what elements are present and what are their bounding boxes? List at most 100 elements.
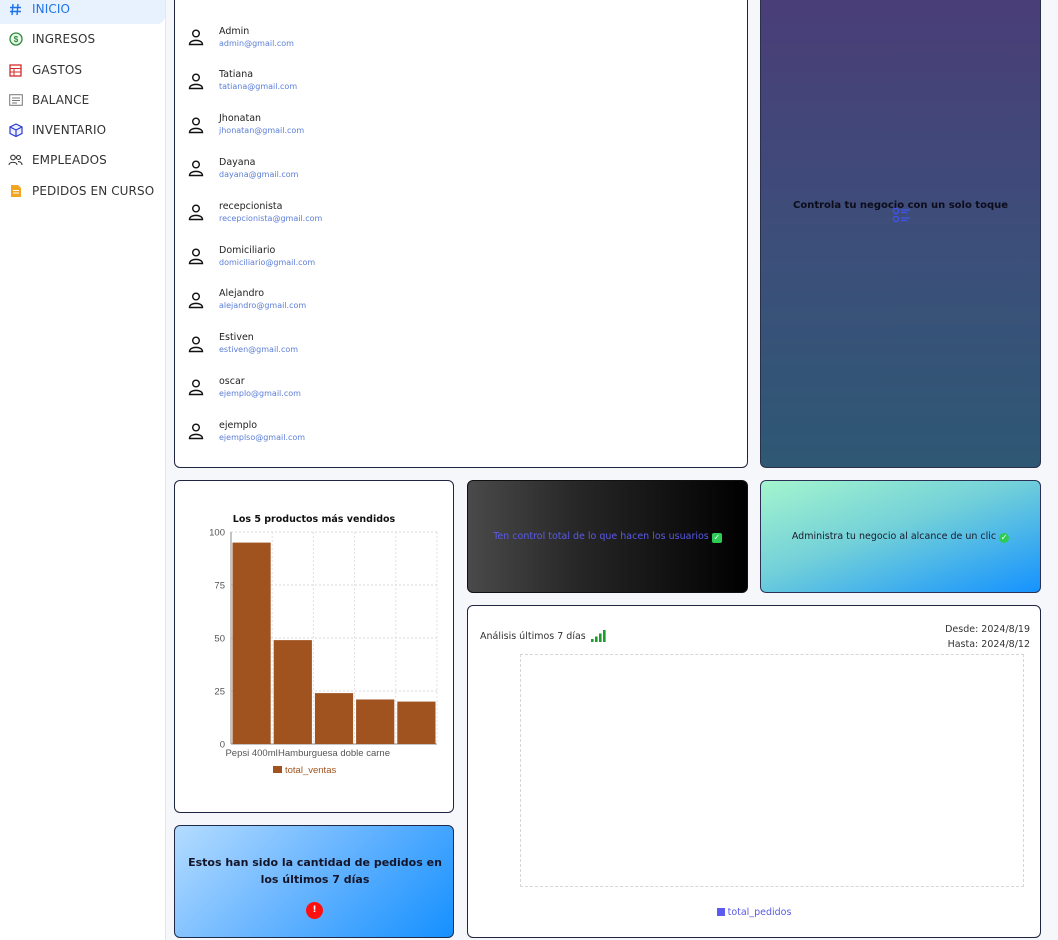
manage-business-text: Administra tu negocio al alcance de un c…	[761, 531, 1040, 543]
main-area: Admin admin@gmail.com Tatiana tatiana@gmail…	[166, 0, 1058, 940]
user-email: jhonatan@gmail.com	[219, 126, 305, 136]
sidebar-item-label: INICIO	[32, 2, 71, 16]
sidebar-item-label: GASTOS	[32, 63, 83, 77]
sidebar-item-gastos[interactable]: GASTOS	[0, 55, 165, 85]
user-email: recepcionista@gmail.com	[219, 213, 323, 223]
user-list-item[interactable]: oscar ejemplo@gmail.com	[187, 369, 301, 405]
user-list-item[interactable]: recepcionista recepcionista@gmail.com	[187, 194, 322, 230]
user-email: dayana@gmail.com	[219, 169, 299, 179]
top-products-chart-card: Los 5 productos más vendidos 0 25 50 75 100 P…	[174, 480, 454, 813]
dollar-coin-icon: $	[8, 32, 23, 47]
user-list-item[interactable]: Admin admin@gmail.com	[187, 19, 294, 55]
user-name: oscar	[219, 375, 245, 387]
orders-plot-area	[520, 654, 1024, 887]
user-email: alejandro@gmail.com	[219, 301, 307, 311]
checkbox-icon: ✓	[711, 533, 722, 543]
manage-business-label: Administra tu negocio al alcance de un c…	[791, 531, 997, 542]
user-list-item[interactable]: ejemplo ejemplso@gmail.com	[187, 413, 305, 449]
user-icon	[187, 72, 205, 90]
user-email: tatiana@gmail.com	[219, 82, 298, 92]
user-icon	[187, 422, 205, 440]
check-circle-icon: ✓	[999, 533, 1010, 543]
user-icon	[187, 291, 205, 309]
alert-badge-icon: !	[306, 902, 323, 919]
user-name: Domiciliario	[219, 244, 276, 256]
date-from: Desde: 2024/8/19	[945, 624, 1030, 635]
sidebar-item-label: PEDIDOS EN CURSO	[32, 184, 155, 198]
legend-swatch	[273, 766, 282, 773]
document-lines-icon	[8, 93, 23, 108]
users-control-text: Ten control total de lo que hacen los us…	[468, 531, 747, 543]
sidebar-item-balance[interactable]: BALANCE	[0, 85, 165, 115]
users-control-label: Ten control total de lo que hacen los us…	[493, 531, 709, 542]
user-list-item[interactable]: Domiciliario domiciliario@gmail.com	[187, 238, 315, 274]
user-name: Admin	[219, 25, 250, 37]
user-list-item[interactable]: Alejandro alejandro@gmail.com	[187, 282, 306, 318]
cube-icon	[8, 123, 23, 138]
user-email: domiciliario@gmail.com	[219, 257, 316, 267]
user-icon	[187, 203, 205, 221]
user-name: recepcionista	[219, 200, 283, 212]
user-icon	[187, 247, 205, 265]
sidebar-item-inicio[interactable]: INICIO	[0, 0, 165, 24]
user-email: admin@gmail.com	[219, 38, 294, 48]
x-tick-label: Hamburguesa doble carne	[278, 748, 390, 759]
analysis-title: Análisis últimos 7 días	[480, 630, 607, 642]
sidebar-item-label: INVENTARIO	[32, 123, 107, 137]
analysis-title-text: Análisis últimos 7 días	[480, 630, 586, 642]
spreadsheet-icon	[8, 63, 23, 78]
user-name: ejemplo	[219, 419, 258, 431]
sidebar-item-inventario[interactable]: INVENTARIO	[0, 115, 165, 145]
y-tick-label: 100	[209, 528, 225, 539]
user-icon	[187, 378, 205, 396]
file-icon	[8, 184, 23, 199]
user-name: Jhonatan	[219, 113, 262, 125]
user-name: Tatiana	[219, 69, 254, 81]
y-tick-label: 25	[214, 687, 225, 698]
users-control-card: Ten control total de lo que hacen los us…	[467, 480, 748, 593]
y-tick-label: 75	[214, 581, 225, 592]
user-list-item[interactable]: Tatiana tatiana@gmail.com	[187, 63, 297, 99]
y-tick-label: 0	[220, 740, 225, 751]
sidebar-item-label: EMPLEADOS	[32, 153, 107, 167]
sidebar-item-empleados[interactable]: EMPLEADOS	[0, 145, 165, 175]
x-tick-label: Pepsi 400ml	[225, 748, 277, 759]
sidebar-item-pedidos-en-curso[interactable]: PEDIDOS EN CURSO	[0, 176, 165, 206]
user-icon	[187, 28, 205, 46]
user-email: ejemplso@gmail.com	[219, 432, 306, 442]
users-card: Admin admin@gmail.com Tatiana tatiana@gmail…	[174, 0, 748, 468]
people-icon	[8, 153, 23, 168]
orders-legend[interactable]: total_pedidos	[468, 907, 1040, 918]
sidebar-item-label: INGRESOS	[32, 32, 96, 46]
analysis-card: Análisis últimos 7 días Desde: 2024/8/19…	[467, 605, 1041, 938]
user-email: estiven@gmail.com	[219, 345, 299, 355]
user-list-item[interactable]: Jhonatan jhonatan@gmail.com	[187, 107, 304, 143]
user-name: Alejandro	[219, 288, 265, 300]
user-list-item[interactable]: Estiven estiven@gmail.com	[187, 326, 298, 362]
y-tick-label: 50	[214, 634, 225, 645]
legend-label: total_pedidos	[727, 907, 792, 918]
user-icon	[187, 116, 205, 134]
hash-icon	[8, 2, 23, 17]
user-email: ejemplo@gmail.com	[219, 388, 301, 398]
bar	[397, 701, 436, 744]
svg-text:$: $	[13, 35, 18, 44]
user-list-item[interactable]: Dayana dayana@gmail.com	[187, 150, 298, 186]
manage-business-card: Administra tu negocio al alcance de un c…	[760, 480, 1041, 593]
orders-count-text: Estos han sido la cantidad de pedidos en…	[188, 856, 442, 886]
bar	[232, 542, 271, 744]
checklist-icon	[892, 206, 912, 224]
sidebar-item-ingresos[interactable]: $ INGRESOS	[0, 24, 165, 54]
date-to: Hasta: 2024/8/12	[947, 639, 1030, 650]
sidebar: INICIO $ INGRESOS GASTOS BALANCE INVENTA…	[0, 0, 166, 940]
date-range: Desde: 2024/8/19 Hasta: 2024/8/12	[945, 622, 1030, 652]
user-icon	[187, 335, 205, 353]
bar	[273, 640, 312, 744]
user-icon	[187, 159, 205, 177]
bar	[356, 699, 395, 744]
orders-count-card: Estos han sido la cantidad de pedidos en…	[174, 825, 454, 938]
user-name: Dayana	[219, 156, 256, 168]
bar	[314, 693, 354, 744]
promo-card: Controla tu negocio con un solo toque	[760, 0, 1041, 468]
user-name: Estiven	[219, 332, 254, 344]
